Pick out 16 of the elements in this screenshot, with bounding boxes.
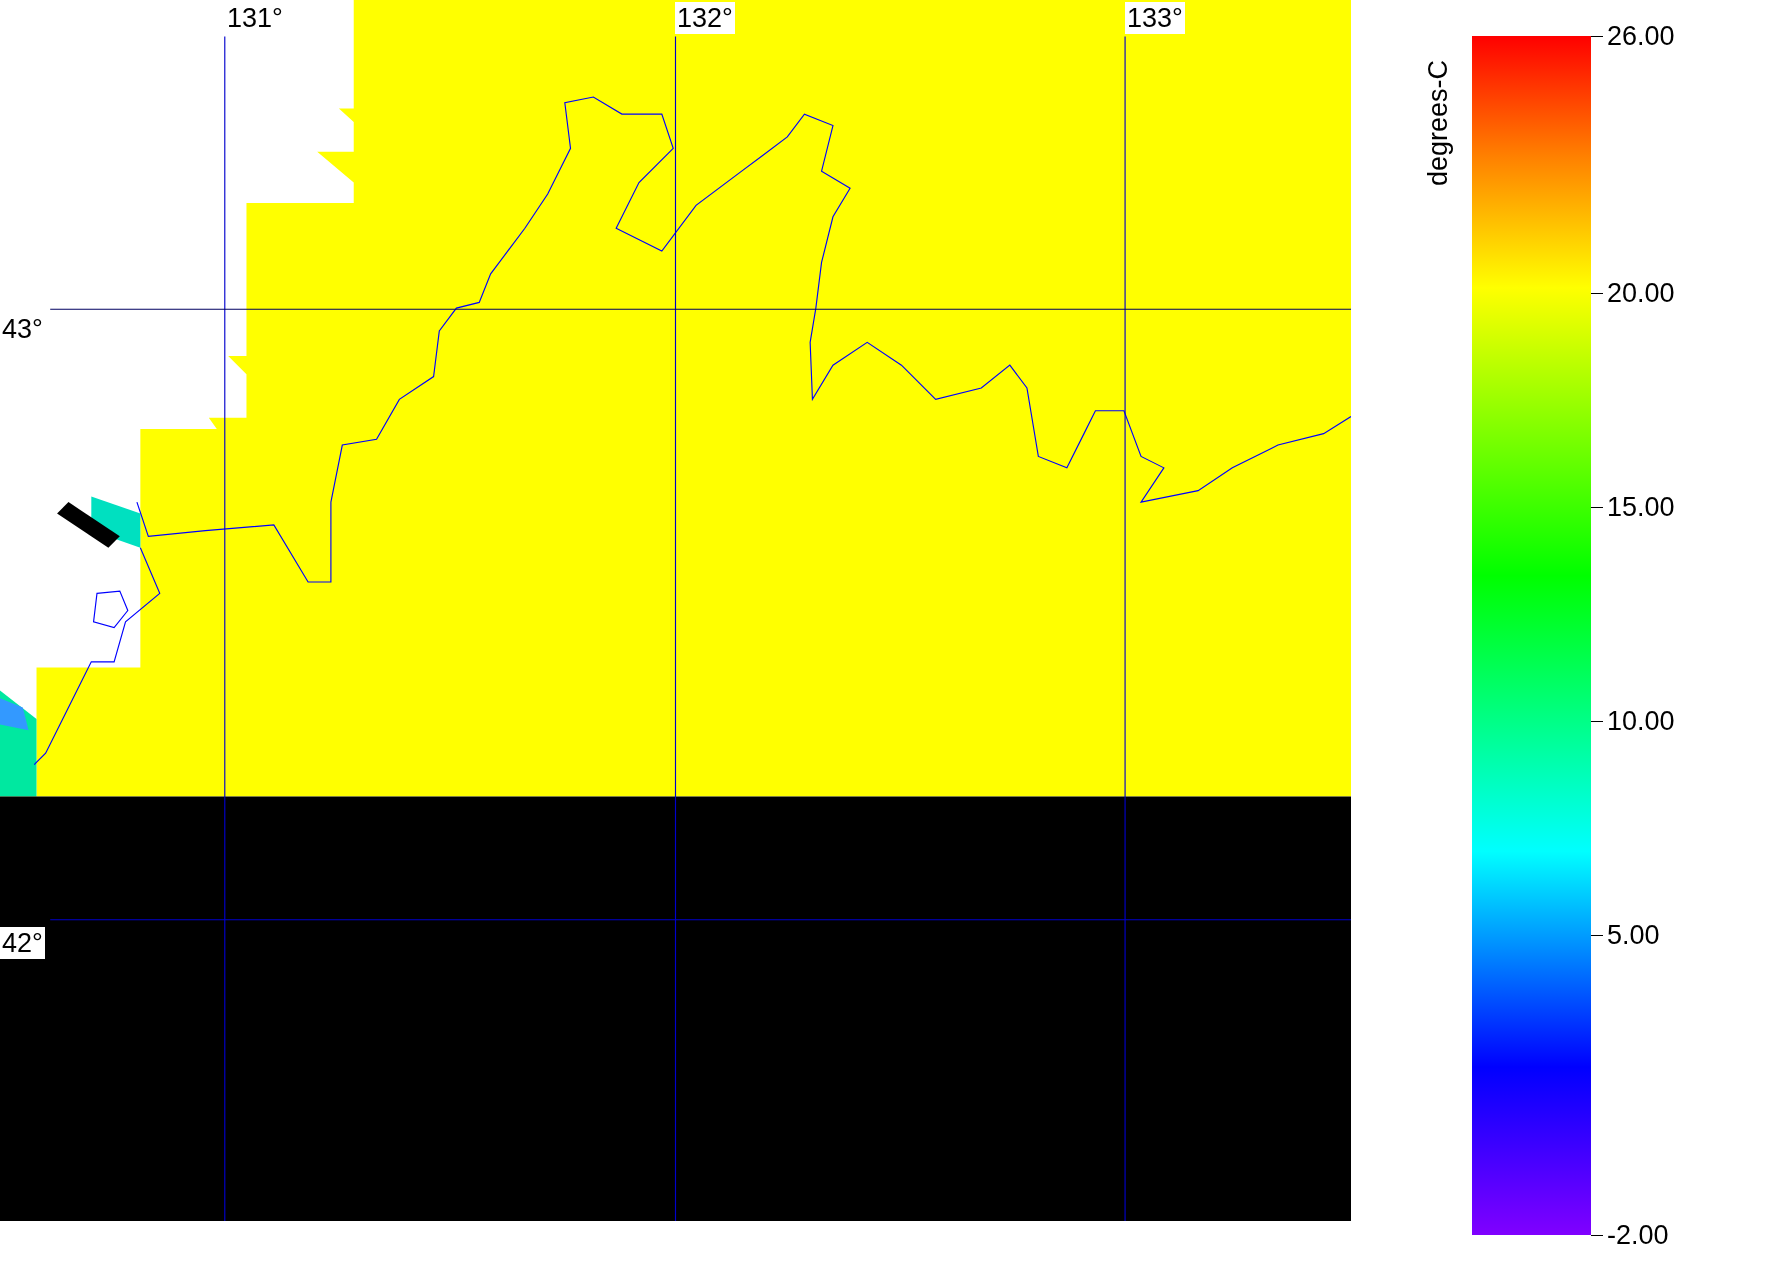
- colorbar-tick: [1591, 507, 1603, 509]
- longitude-label: 132°: [675, 2, 735, 34]
- colorbar-tick: [1591, 721, 1603, 723]
- colorbar-tick-label: 20.00: [1607, 277, 1675, 308]
- colorbar-tick-label: 10.00: [1607, 706, 1675, 737]
- colorbar-unit-label: degrees-C: [1423, 59, 1453, 186]
- colorbar-tick: [1591, 935, 1603, 937]
- latitude-label: 42°: [0, 927, 45, 959]
- colorbar-tick-label: 15.00: [1607, 492, 1675, 523]
- colorbar-tick: [1591, 36, 1603, 37]
- longitude-label: 133°: [1125, 2, 1185, 34]
- colorbar-tick-label: -2.00: [1607, 1220, 1669, 1250]
- colorbar-tick-label: 26.00: [1607, 21, 1675, 51]
- colorbar-tick: [1591, 1235, 1603, 1236]
- colorbar-tick-label: 5.00: [1607, 920, 1660, 951]
- colorbar-tick: [1591, 292, 1603, 294]
